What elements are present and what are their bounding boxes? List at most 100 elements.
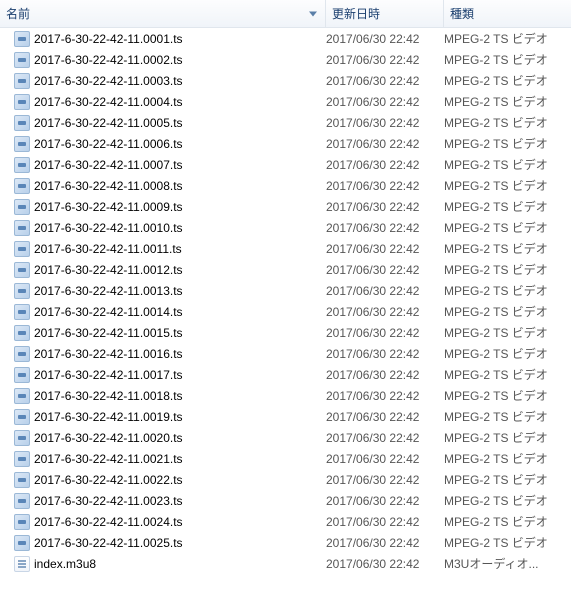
- file-row[interactable]: 2017-6-30-22-42-11.0008.ts 2017/06/30 22:…: [0, 175, 571, 196]
- file-name-cell: 2017-6-30-22-42-11.0007.ts: [14, 157, 326, 173]
- file-row[interactable]: 2017-6-30-22-42-11.0025.ts2017/06/30 22:…: [0, 532, 571, 553]
- file-name-cell: 2017-6-30-22-42-11.0020.ts: [14, 430, 326, 446]
- file-name: 2017-6-30-22-42-11.0021.ts: [34, 452, 183, 466]
- file-name: 2017-6-30-22-42-11.0003.ts: [34, 74, 183, 88]
- file-date: 2017/06/30 22:42: [326, 347, 444, 361]
- file-date: 2017/06/30 22:42: [326, 158, 444, 172]
- file-name-cell: 2017-6-30-22-42-11.0013.ts: [14, 283, 326, 299]
- video-file-icon: [14, 367, 30, 383]
- video-file-icon: [14, 388, 30, 404]
- column-header-name[interactable]: 名前: [0, 0, 326, 27]
- file-name-cell: index.m3u8: [14, 556, 326, 572]
- file-name: 2017-6-30-22-42-11.0011.ts: [34, 242, 182, 256]
- file-row[interactable]: 2017-6-30-22-42-11.0019.ts2017/06/30 22:…: [0, 406, 571, 427]
- file-row[interactable]: 2017-6-30-22-42-11.0021.ts2017/06/30 22:…: [0, 448, 571, 469]
- file-row[interactable]: 2017-6-30-22-42-11.0015.ts2017/06/30 22:…: [0, 322, 571, 343]
- file-row[interactable]: 2017-6-30-22-42-11.0013.ts 2017/06/30 22:…: [0, 280, 571, 301]
- file-date: 2017/06/30 22:42: [326, 431, 444, 445]
- file-row[interactable]: 2017-6-30-22-42-11.0004.ts2017/06/30 22:…: [0, 91, 571, 112]
- file-type: MPEG-2 TS ビデオ: [444, 513, 571, 530]
- file-name-cell: 2017-6-30-22-42-11.0008.ts: [14, 178, 326, 194]
- file-name-cell: 2017-6-30-22-42-11.0002.ts: [14, 52, 326, 68]
- file-row[interactable]: 2017-6-30-22-42-11.0002.ts2017/06/30 22:…: [0, 49, 571, 70]
- file-row[interactable]: 2017-6-30-22-42-11.0022.ts2017/06/30 22:…: [0, 469, 571, 490]
- column-header-date-label: 更新日時: [332, 5, 380, 22]
- file-list: 2017-6-30-22-42-11.0001.ts2017/06/30 22:…: [0, 28, 571, 574]
- file-date: 2017/06/30 22:42: [326, 53, 444, 67]
- file-row[interactable]: 2017-6-30-22-42-11.0012.ts2017/06/30 22:…: [0, 259, 571, 280]
- file-date: 2017/06/30 22:42: [326, 242, 444, 256]
- file-row[interactable]: 2017-6-30-22-42-11.0016.ts 2017/06/30 22:…: [0, 343, 571, 364]
- file-name: 2017-6-30-22-42-11.0014.ts: [34, 305, 183, 319]
- file-row[interactable]: 2017-6-30-22-42-11.0014.ts 2017/06/30 22:…: [0, 301, 571, 322]
- column-header-type[interactable]: 種類: [444, 0, 571, 27]
- file-name-cell: 2017-6-30-22-42-11.0009.ts: [14, 199, 326, 215]
- file-row[interactable]: 2017-6-30-22-42-11.0017.ts2017/06/30 22:…: [0, 364, 571, 385]
- video-file-icon: [14, 409, 30, 425]
- file-type: MPEG-2 TS ビデオ: [444, 387, 571, 404]
- file-row[interactable]: 2017-6-30-22-42-11.0006.ts2017/06/30 22:…: [0, 133, 571, 154]
- file-row[interactable]: 2017-6-30-22-42-11.0020.ts2017/06/30 22:…: [0, 427, 571, 448]
- file-row[interactable]: 2017-6-30-22-42-11.0018.ts2017/06/30 22:…: [0, 385, 571, 406]
- file-date: 2017/06/30 22:42: [326, 221, 444, 235]
- file-type: MPEG-2 TS ビデオ: [444, 156, 571, 173]
- file-date: 2017/06/30 22:42: [326, 326, 444, 340]
- file-type: MPEG-2 TS ビデオ: [444, 261, 571, 278]
- file-date: 2017/06/30 22:42: [326, 32, 444, 46]
- file-row[interactable]: 2017-6-30-22-42-11.0010.ts2017/06/30 22:…: [0, 217, 571, 238]
- file-row[interactable]: 2017-6-30-22-42-11.0005.ts2017/06/30 22:…: [0, 112, 571, 133]
- file-name-cell: 2017-6-30-22-42-11.0018.ts: [14, 388, 326, 404]
- video-file-icon: [14, 73, 30, 89]
- file-type: MPEG-2 TS ビデオ: [444, 240, 571, 257]
- file-date: 2017/06/30 22:42: [326, 200, 444, 214]
- file-type: MPEG-2 TS ビデオ: [444, 450, 571, 467]
- file-date: 2017/06/30 22:42: [326, 263, 444, 277]
- file-row[interactable]: 2017-6-30-22-42-11.0001.ts2017/06/30 22:…: [0, 28, 571, 49]
- file-row[interactable]: 2017-6-30-22-42-11.0024.ts 2017/06/30 22:…: [0, 511, 571, 532]
- file-date: 2017/06/30 22:42: [326, 179, 444, 193]
- file-type: MPEG-2 TS ビデオ: [444, 534, 571, 551]
- file-name-cell: 2017-6-30-22-42-11.0001.ts: [14, 31, 326, 47]
- file-name-cell: 2017-6-30-22-42-11.0003.ts: [14, 73, 326, 89]
- file-name: 2017-6-30-22-42-11.0013.ts: [34, 284, 183, 298]
- file-date: 2017/06/30 22:42: [326, 410, 444, 424]
- file-row[interactable]: 2017-6-30-22-42-11.0011.ts 2017/06/30 22:…: [0, 238, 571, 259]
- file-name: 2017-6-30-22-42-11.0008.ts: [34, 179, 183, 193]
- file-name: 2017-6-30-22-42-11.0006.ts: [34, 137, 183, 151]
- file-name: 2017-6-30-22-42-11.0007.ts: [34, 158, 183, 172]
- file-row[interactable]: 2017-6-30-22-42-11.0007.ts 2017/06/30 22:…: [0, 154, 571, 175]
- file-type: MPEG-2 TS ビデオ: [444, 198, 571, 215]
- video-file-icon: [14, 241, 30, 257]
- file-name: 2017-6-30-22-42-11.0009.ts: [34, 200, 183, 214]
- file-name-cell: 2017-6-30-22-42-11.0021.ts: [14, 451, 326, 467]
- file-row[interactable]: 2017-6-30-22-42-11.0009.ts 2017/06/30 22:…: [0, 196, 571, 217]
- file-date: 2017/06/30 22:42: [326, 515, 444, 529]
- file-date: 2017/06/30 22:42: [326, 95, 444, 109]
- file-row[interactable]: index.m3u82017/06/30 22:42M3Uオーディオ...: [0, 553, 571, 574]
- file-type: MPEG-2 TS ビデオ: [444, 51, 571, 68]
- file-name-cell: 2017-6-30-22-42-11.0022.ts: [14, 472, 326, 488]
- file-type: MPEG-2 TS ビデオ: [444, 324, 571, 341]
- file-name: index.m3u8: [34, 557, 96, 571]
- file-name-cell: 2017-6-30-22-42-11.0019.ts: [14, 409, 326, 425]
- video-file-icon: [14, 157, 30, 173]
- file-type: MPEG-2 TS ビデオ: [444, 366, 571, 383]
- column-header-date[interactable]: 更新日時: [326, 0, 444, 27]
- file-name: 2017-6-30-22-42-11.0024.ts: [34, 515, 183, 529]
- file-row[interactable]: 2017-6-30-22-42-11.0023.ts2017/06/30 22:…: [0, 490, 571, 511]
- file-date: 2017/06/30 22:42: [326, 284, 444, 298]
- file-date: 2017/06/30 22:42: [326, 473, 444, 487]
- video-file-icon: [14, 220, 30, 236]
- file-name: 2017-6-30-22-42-11.0018.ts: [34, 389, 183, 403]
- video-file-icon: [14, 304, 30, 320]
- file-type: MPEG-2 TS ビデオ: [444, 282, 571, 299]
- file-type: MPEG-2 TS ビデオ: [444, 135, 571, 152]
- file-name-cell: 2017-6-30-22-42-11.0017.ts: [14, 367, 326, 383]
- file-name: 2017-6-30-22-42-11.0016.ts: [34, 347, 183, 361]
- file-name-cell: 2017-6-30-22-42-11.0025.ts: [14, 535, 326, 551]
- video-file-icon: [14, 325, 30, 341]
- video-file-icon: [14, 199, 30, 215]
- file-name-cell: 2017-6-30-22-42-11.0010.ts: [14, 220, 326, 236]
- file-date: 2017/06/30 22:42: [326, 305, 444, 319]
- file-row[interactable]: 2017-6-30-22-42-11.0003.ts2017/06/30 22:…: [0, 70, 571, 91]
